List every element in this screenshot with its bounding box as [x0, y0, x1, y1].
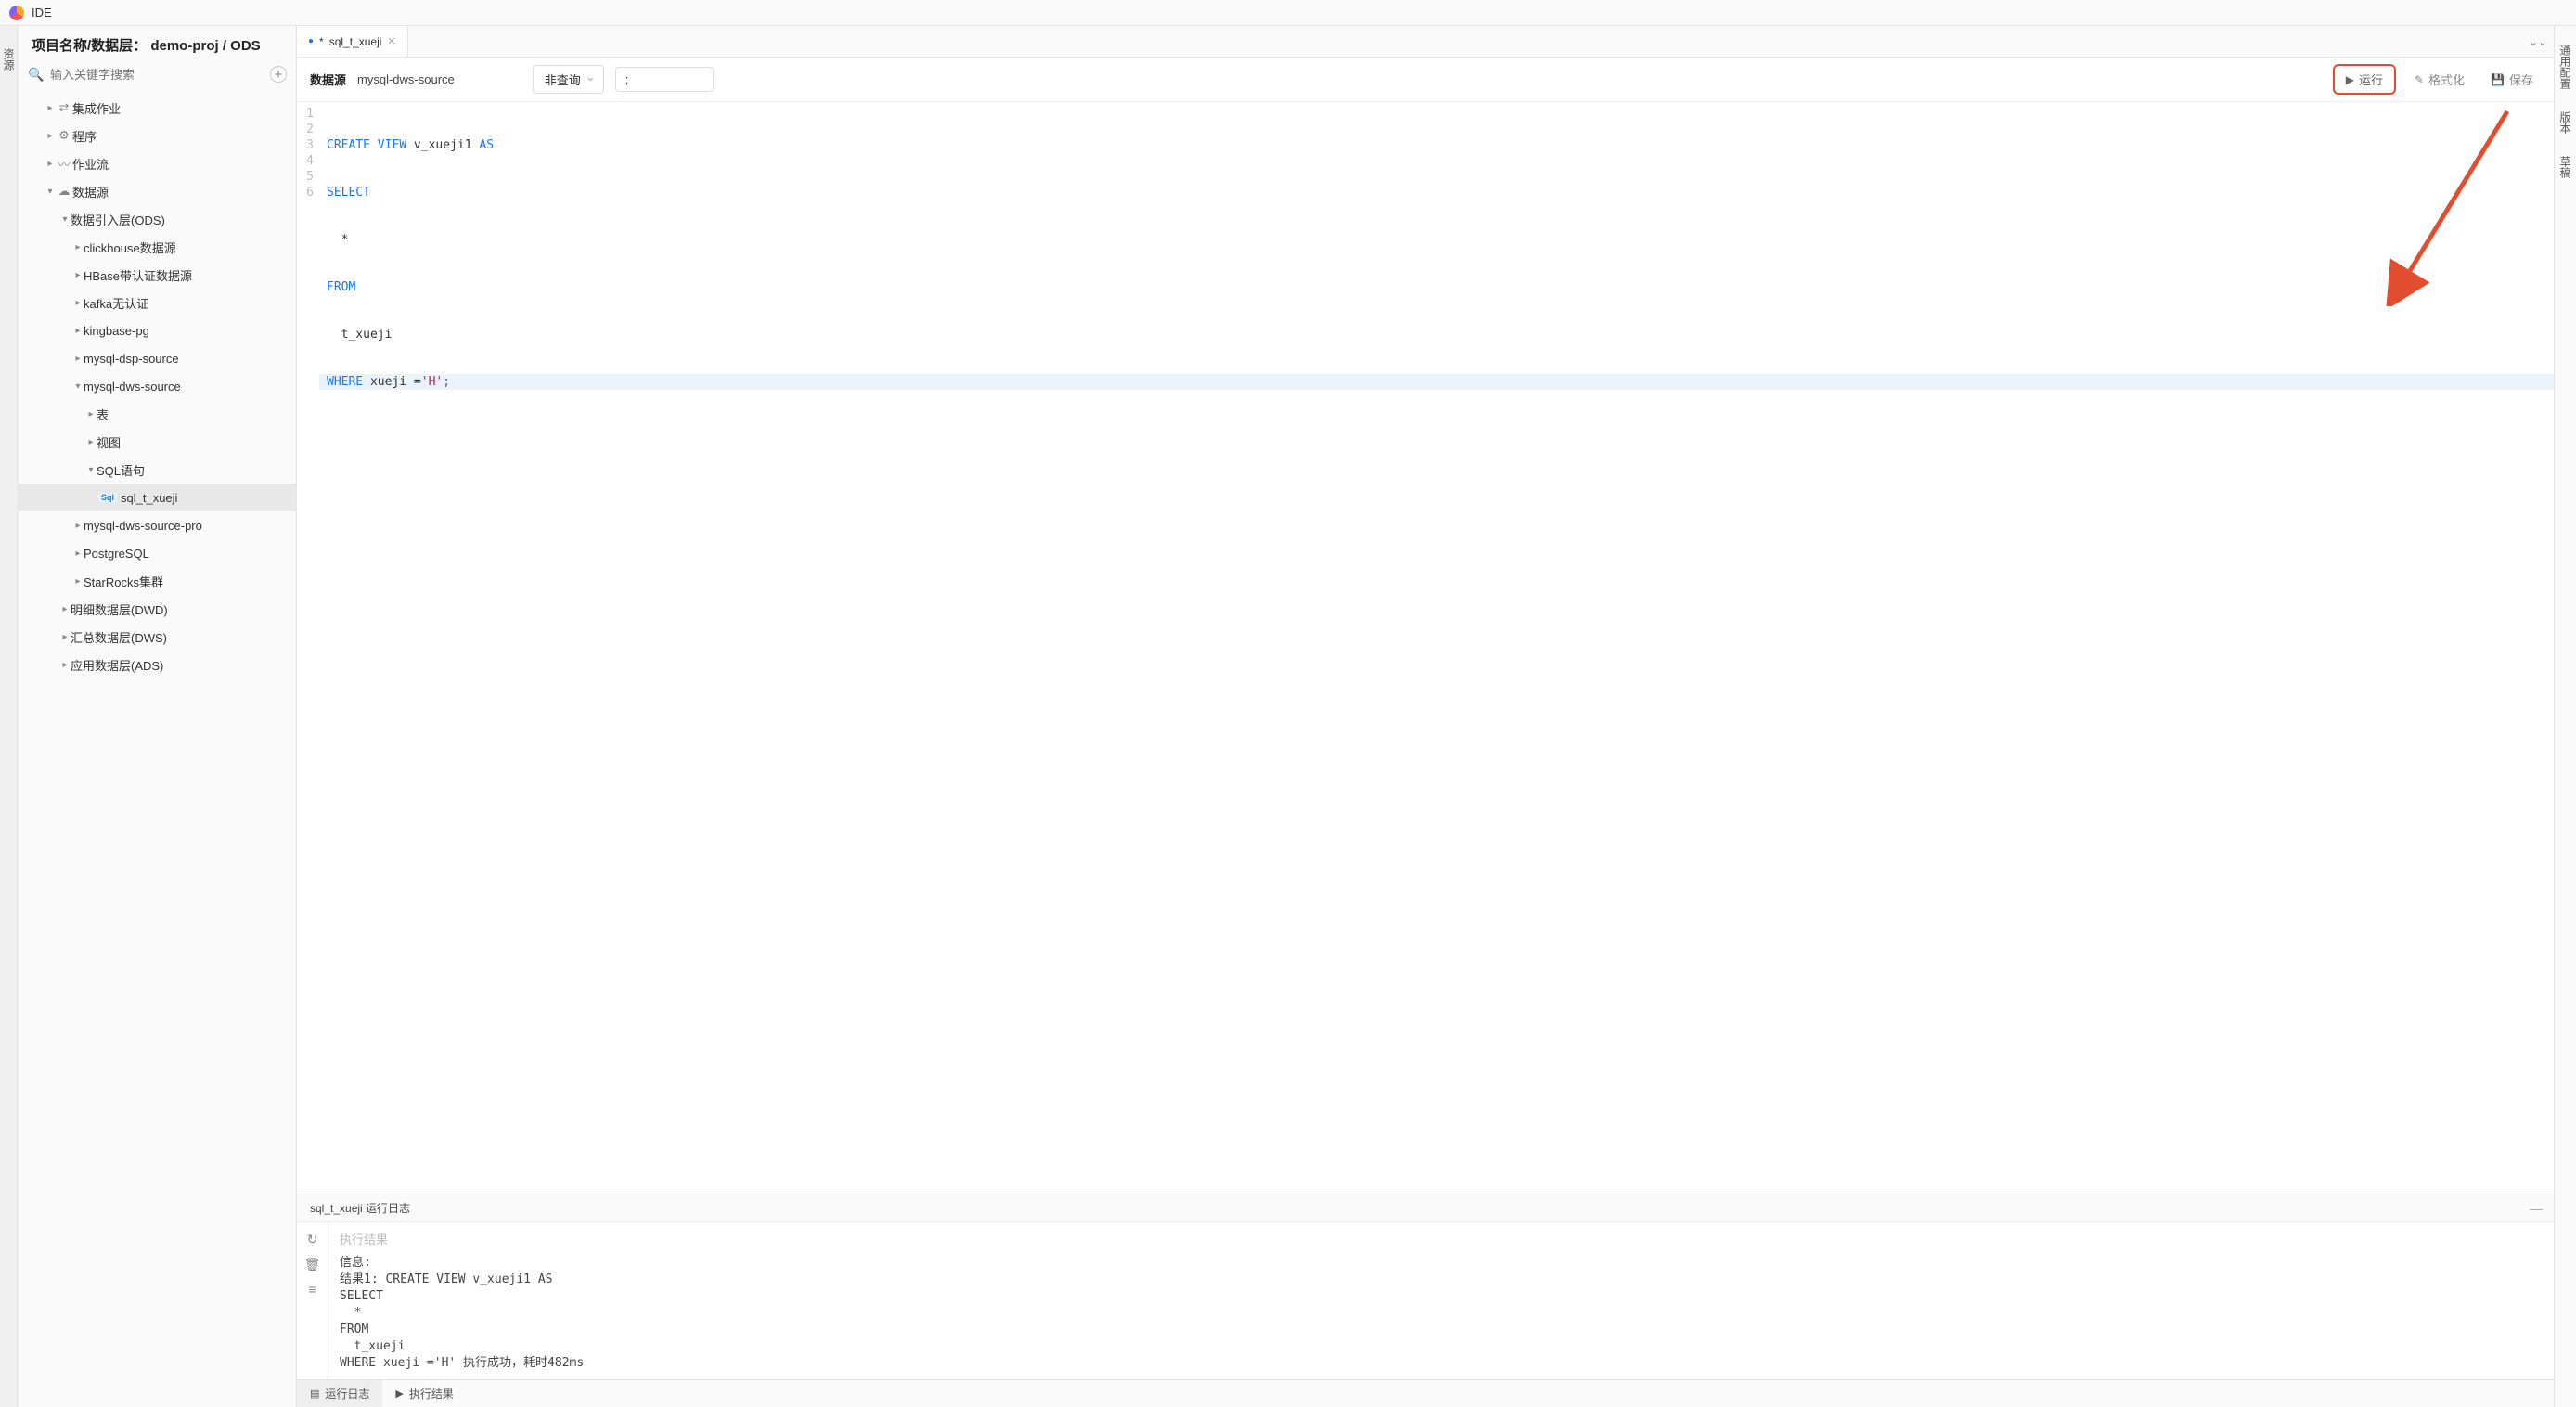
refresh-icon[interactable]: ↻: [307, 1232, 318, 1247]
datasource-label: 数据源: [310, 71, 346, 88]
tree-hbase[interactable]: ▸HBase带认证数据源: [19, 261, 296, 289]
titlebar: IDE: [0, 0, 2576, 26]
code-body[interactable]: CREATE VIEW v_xueji1 AS SELECT * FROM t_…: [319, 102, 2554, 1194]
left-rail: 资源: [0, 26, 19, 1407]
close-icon[interactable]: ✕: [387, 35, 395, 47]
right-rail: 通用配置 版本 草稿: [2554, 26, 2576, 1407]
center-area: ● * sql_t_xueji ✕ ⌄⌄ 数据源 mysql-dws-sourc…: [297, 26, 2554, 1407]
log-panel-title: sql_t_xueji 运行日志: [310, 1200, 410, 1216]
left-rail-resources[interactable]: 资源: [1, 45, 17, 74]
line-gutter: 123456: [297, 102, 319, 1194]
log-content: 执行结果 信息: 结果1: CREATE VIEW v_xueji1 AS SE…: [328, 1222, 2554, 1379]
tree-dwd[interactable]: ▸明细数据层(DWD): [19, 595, 296, 623]
log-panel-header: sql_t_xueji 运行日志 —: [297, 1194, 2554, 1222]
log-text: 信息: 结果1: CREATE VIEW v_xueji1 AS SELECT …: [340, 1255, 2543, 1372]
tree-sql-file[interactable]: Sqlsql_t_xueji: [19, 484, 296, 511]
wand-icon: ✎: [2415, 73, 2424, 86]
tree-mysql-dws[interactable]: ▾mysql-dws-source: [19, 372, 296, 400]
log-panel: sql_t_xueji 运行日志 — ↻ 🗑 ≡ 执行结果 信息: 结果1: C…: [297, 1194, 2554, 1379]
tree-views[interactable]: ▸视图: [19, 428, 296, 456]
tree-kingbase[interactable]: ▸kingbase-pg: [19, 316, 296, 344]
tree-kafka[interactable]: ▸kafka无认证: [19, 289, 296, 316]
tab-dirty-marker: *: [319, 35, 324, 48]
tree-postgresql[interactable]: ▸PostgreSQL: [19, 539, 296, 567]
trash-icon[interactable]: 🗑: [304, 1257, 321, 1272]
log-tools: ↻ 🗑 ≡: [297, 1222, 328, 1379]
delimiter-input[interactable]: ;: [615, 67, 714, 92]
tree-ads[interactable]: ▸应用数据层(ADS): [19, 651, 296, 678]
sidebar: 项目名称/数据层： demo-proj / ODS 🔍 + ▸⇄集成作业 ▸⚙程…: [19, 26, 297, 1407]
bottom-tab-log[interactable]: ▤运行日志: [297, 1380, 382, 1407]
editor-tabs: ● * sql_t_xueji ✕ ⌄⌄: [297, 26, 2554, 58]
tree-mysql-dsp[interactable]: ▸mysql-dsp-source: [19, 344, 296, 372]
tree-integration-jobs[interactable]: ▸⇄集成作业: [19, 94, 296, 122]
query-mode-select[interactable]: 非查询: [533, 65, 604, 94]
tree-workflows[interactable]: ▸〰作业流: [19, 149, 296, 177]
right-rail-config[interactable]: 通用配置: [2557, 45, 2573, 89]
tree-programs[interactable]: ▸⚙程序: [19, 122, 296, 149]
sql-badge-icon: Sql: [98, 493, 117, 502]
log-icon: ▤: [310, 1388, 319, 1400]
log-placeholder: 执行结果: [340, 1230, 2543, 1247]
sidebar-search: 🔍 +: [19, 62, 296, 90]
right-rail-draft[interactable]: 草稿: [2557, 156, 2573, 178]
tab-label: sql_t_xueji: [329, 35, 382, 48]
run-button[interactable]: ▶运行: [2333, 64, 2396, 95]
play-icon: ▶: [2346, 73, 2354, 86]
minimize-icon[interactable]: —: [2530, 1201, 2541, 1216]
tree-mysql-dws-pro[interactable]: ▸mysql-dws-source-pro: [19, 511, 296, 539]
format-button[interactable]: ✎格式化: [2407, 67, 2472, 92]
search-icon: 🔍: [28, 67, 45, 83]
sidebar-header: 项目名称/数据层： demo-proj / ODS: [19, 26, 296, 62]
datasource-name: mysql-dws-source: [357, 72, 455, 86]
add-icon[interactable]: +: [270, 66, 287, 83]
wrap-icon[interactable]: ≡: [308, 1282, 316, 1297]
play-icon: ▶: [395, 1388, 403, 1400]
tree-dws-layer[interactable]: ▸汇总数据层(DWS): [19, 623, 296, 651]
code-editor[interactable]: 123456 CREATE VIEW v_xueji1 AS SELECT * …: [297, 102, 2554, 1194]
right-rail-version[interactable]: 版本: [2557, 111, 2573, 134]
tree-sql[interactable]: ▾SQL语句: [19, 456, 296, 484]
app-title: IDE: [32, 6, 52, 19]
search-input[interactable]: [50, 68, 264, 82]
tree-tables[interactable]: ▸表: [19, 400, 296, 428]
tab-sql-file[interactable]: ● * sql_t_xueji ✕: [297, 26, 408, 57]
tree-datasources[interactable]: ▾☁数据源: [19, 177, 296, 205]
bottom-tabs: ▤运行日志 ▶执行结果: [297, 1379, 2554, 1407]
save-icon: 💾: [2491, 73, 2505, 86]
tree-clickhouse[interactable]: ▸clickhouse数据源: [19, 233, 296, 261]
tab-indicator-icon: ●: [308, 36, 314, 46]
tree-starrocks[interactable]: ▸StarRocks集群: [19, 567, 296, 595]
bottom-tab-result[interactable]: ▶执行结果: [382, 1380, 466, 1407]
tree-ods[interactable]: ▾数据引入层(ODS): [19, 205, 296, 233]
editor-toolbar: 数据源 mysql-dws-source 非查询 ; ▶运行 ✎格式化 💾保存: [297, 58, 2554, 102]
collapse-tabs-icon[interactable]: ⌄⌄: [2522, 26, 2554, 57]
save-button[interactable]: 💾保存: [2483, 67, 2541, 92]
app-logo-icon: [9, 6, 24, 20]
project-tree: ▸⇄集成作业 ▸⚙程序 ▸〰作业流 ▾☁数据源 ▾数据引入层(ODS) ▸cli…: [19, 90, 296, 1407]
